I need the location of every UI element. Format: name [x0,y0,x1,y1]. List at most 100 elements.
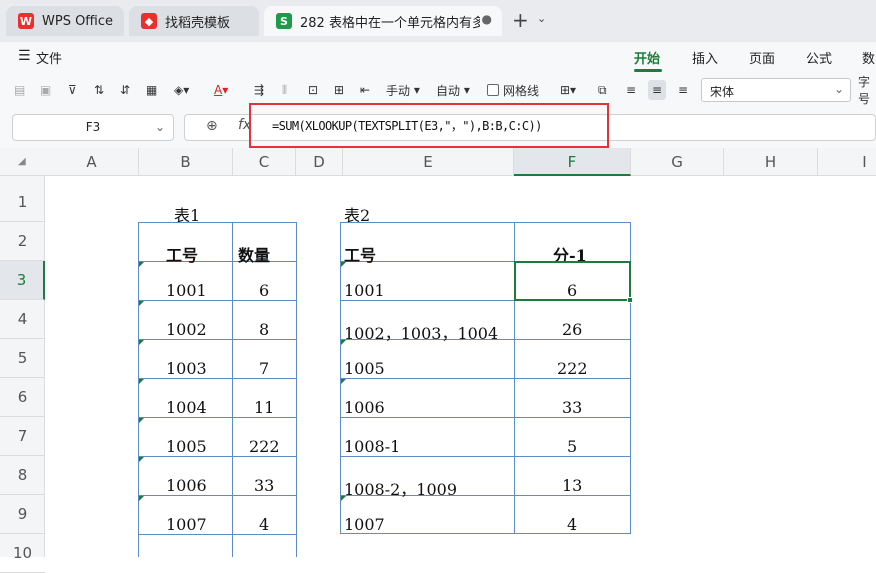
table1-cell[interactable]: 1001 [166,281,207,300]
menu-file[interactable]: 文件 [36,48,62,67]
new-tab-icon[interactable]: + [512,8,529,32]
table1-cell[interactable]: 1006 [166,476,207,495]
row-header[interactable]: 2 [0,222,45,261]
column-header[interactable]: D [296,148,343,176]
row-header[interactable]: 6 [0,378,45,417]
column-header[interactable]: F [514,148,631,176]
column-header[interactable]: H [724,148,818,176]
row-header[interactable]: 9 [0,495,45,534]
menu-data[interactable]: 数 [862,48,875,67]
chevron-down-icon[interactable]: ⌄ [537,12,546,25]
filter-icon[interactable]: ⊽ [68,80,77,100]
table1-header[interactable]: 工号 [166,242,198,266]
cell-style-icon[interactable]: ⊞▾ [560,80,576,100]
wrap-icon[interactable]: ⇶ [254,80,264,100]
table2-cell[interactable]: 1007 [344,515,385,534]
gridlines-checkbox[interactable]: 网格线 [487,80,539,100]
column-header[interactable]: G [631,148,724,176]
select-all-icon[interactable]: ◢ [18,156,26,167]
table2-cell[interactable]: 26 [562,320,582,339]
row-header[interactable]: 3 [0,261,45,300]
hamburger-icon[interactable]: ☰ [18,48,31,64]
table1-cell[interactable]: 1005 [166,437,207,456]
sort-desc-icon[interactable]: ⇵ [120,80,130,100]
font-select[interactable]: 宋体 ⌄ [701,78,851,102]
column-header[interactable]: A [45,148,139,176]
table1-cell[interactable]: 1003 [166,359,207,378]
table1-cell[interactable]: 8 [259,320,269,339]
tab-spreadsheet[interactable]: S 282 表格中在一个单元格内有多个 ● [264,6,502,36]
merge-icon[interactable]: ⫴ [282,80,287,100]
table2-header[interactable]: 工号 [344,242,376,266]
chevron-down-icon: ⌄ [833,82,844,96]
wps-logo-icon: W [18,13,34,29]
table1-cell[interactable]: 33 [254,476,274,495]
align-left-icon[interactable]: ≡ [626,80,636,100]
freeze-icon[interactable]: ⇤ [360,80,370,100]
name-box[interactable]: F3 ⌄ [12,114,174,141]
tab-wps-office[interactable]: W WPS Office [6,6,124,36]
menu-page[interactable]: 页面 [749,48,775,67]
paste-icon[interactable]: ▣ [40,80,51,100]
sort-asc-icon[interactable]: ⇅ [94,80,104,100]
table2-cell[interactable]: 1008-1 [344,437,400,456]
format-painter-icon[interactable]: ▤ [14,80,25,100]
selected-cell[interactable] [514,261,631,301]
align-right-icon[interactable]: ≡ [678,80,688,100]
column-header[interactable]: E [343,148,514,176]
column-header[interactable]: I [818,148,876,176]
table1-border [232,222,233,557]
table1-cell[interactable]: 4 [259,515,269,534]
format-icon[interactable]: ⊞ [334,80,344,100]
close-icon[interactable]: ● [482,12,492,26]
zoom-icon[interactable]: ⊕ [206,118,218,134]
table1-cell[interactable]: 6 [259,281,269,300]
table2-cell[interactable]: 222 [557,359,588,378]
table1-cell[interactable]: 11 [254,398,274,417]
table2-cell[interactable]: 13 [562,476,582,495]
table2-cell[interactable]: 1008-2，1009 [344,476,457,500]
align-icon[interactable]: ⊡ [308,80,318,100]
column-header[interactable]: B [139,148,233,176]
manual-button[interactable]: 手动 ▾ [386,80,420,100]
column-header[interactable]: C [233,148,296,176]
row-header[interactable]: 1 [0,183,45,222]
menu-insert[interactable]: 插入 [692,48,718,67]
row-header[interactable]: 10 [0,534,45,573]
table1-border [138,300,296,301]
table1-cell[interactable]: 7 [259,359,269,378]
table1-cell[interactable]: 1007 [166,515,207,534]
table1-border [138,261,296,262]
auto-button[interactable]: 自动 ▾ [436,80,470,100]
table2-cell[interactable]: 1005 [344,359,385,378]
table2-cell[interactable]: 5 [567,437,577,456]
table1-header[interactable]: 数量 [238,242,270,266]
table2-cell[interactable]: 1002，1003，1004 [344,320,498,344]
align-center-icon[interactable]: ≡ [648,80,667,100]
table2-cell[interactable]: 4 [567,515,577,534]
row-header[interactable]: 5 [0,339,45,378]
table1-cell[interactable]: 1004 [166,398,207,417]
number-as-text-marker [139,340,144,345]
row-header[interactable]: 8 [0,456,45,495]
table1-border [138,495,296,496]
table1-border [138,222,139,557]
border-icon[interactable]: ▦ [146,80,157,100]
table2-cell[interactable]: 1006 [344,398,385,417]
table2-cell[interactable]: 33 [562,398,582,417]
menu-home[interactable]: 开始 [634,48,660,67]
table1-cell[interactable]: 222 [249,437,280,456]
fill-color-icon[interactable]: ◈▾ [174,80,189,100]
table2-cell[interactable]: 1001 [344,281,385,300]
number-as-text-marker [139,379,144,384]
row-header[interactable]: 7 [0,417,45,456]
font-color-icon[interactable]: A ▾ [214,80,228,100]
table1-cell[interactable]: 1002 [166,320,207,339]
copy-icon[interactable]: ⧉ [598,80,607,100]
fill-handle[interactable] [627,297,633,303]
menu-formula[interactable]: 公式 [806,48,832,67]
row-header[interactable]: 4 [0,300,45,339]
number-as-text-marker [341,340,346,345]
table1-border [138,456,296,457]
tab-docer[interactable]: ◆ 找稻壳模板 [129,6,259,36]
